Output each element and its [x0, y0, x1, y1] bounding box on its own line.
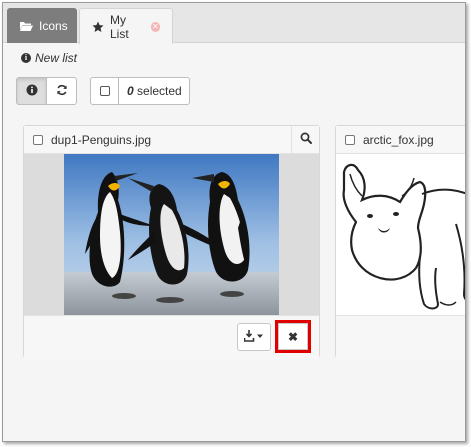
app-window: Icons My List ✕ i New list 0 selected du… [2, 2, 466, 442]
arctic-fox-drawing[interactable] [336, 154, 466, 315]
search-icon [300, 132, 312, 147]
tab-label: My List [110, 12, 129, 41]
info-icon [26, 84, 38, 99]
card-checkbox[interactable] [345, 134, 355, 145]
card-filename: dup1-Penguins.jpg [51, 132, 152, 147]
tab-icons[interactable]: Icons [7, 8, 77, 43]
refresh-button[interactable] [46, 77, 77, 105]
card-filename: arctic_fox.jpg [363, 132, 434, 147]
tab-my-list[interactable]: My List ✕ [79, 8, 173, 44]
star-icon [92, 21, 104, 33]
zoom-button[interactable] [291, 126, 319, 153]
image-preview-area [336, 154, 466, 315]
card-footer [336, 315, 465, 359]
selected-count: 0 [127, 84, 134, 98]
selected-count-label: 0 selected [119, 84, 182, 98]
tab-bar: Icons My List ✕ [3, 3, 465, 44]
penguins-photo[interactable] [64, 154, 279, 315]
download-icon [243, 329, 264, 345]
select-all-checkbox[interactable] [91, 78, 119, 104]
remove-button[interactable]: ✖ [278, 323, 308, 350]
download-button[interactable] [237, 323, 271, 351]
close-icon: ✖ [287, 329, 299, 344]
image-card: dup1-Penguins.jpg ✖ [23, 125, 320, 359]
folder-open-icon [19, 20, 33, 32]
info-icon: i [21, 53, 31, 63]
select-all-button[interactable]: 0 selected [90, 77, 190, 105]
list-name-label: New list [35, 51, 78, 65]
card-footer: ✖ [24, 315, 319, 359]
image-preview-area [24, 154, 319, 315]
card-header: dup1-Penguins.jpg [24, 126, 319, 154]
info-toggle-button[interactable] [16, 77, 47, 105]
image-card: arctic_fox.jpg [335, 125, 466, 359]
card-checkbox[interactable] [33, 134, 43, 145]
list-name: i New list [21, 51, 77, 65]
tab-label: Icons [39, 18, 68, 33]
refresh-icon [56, 84, 68, 99]
card-header: arctic_fox.jpg [336, 126, 465, 154]
selected-label: selected [137, 84, 182, 98]
tab-close-icon[interactable]: ✕ [150, 21, 160, 32]
